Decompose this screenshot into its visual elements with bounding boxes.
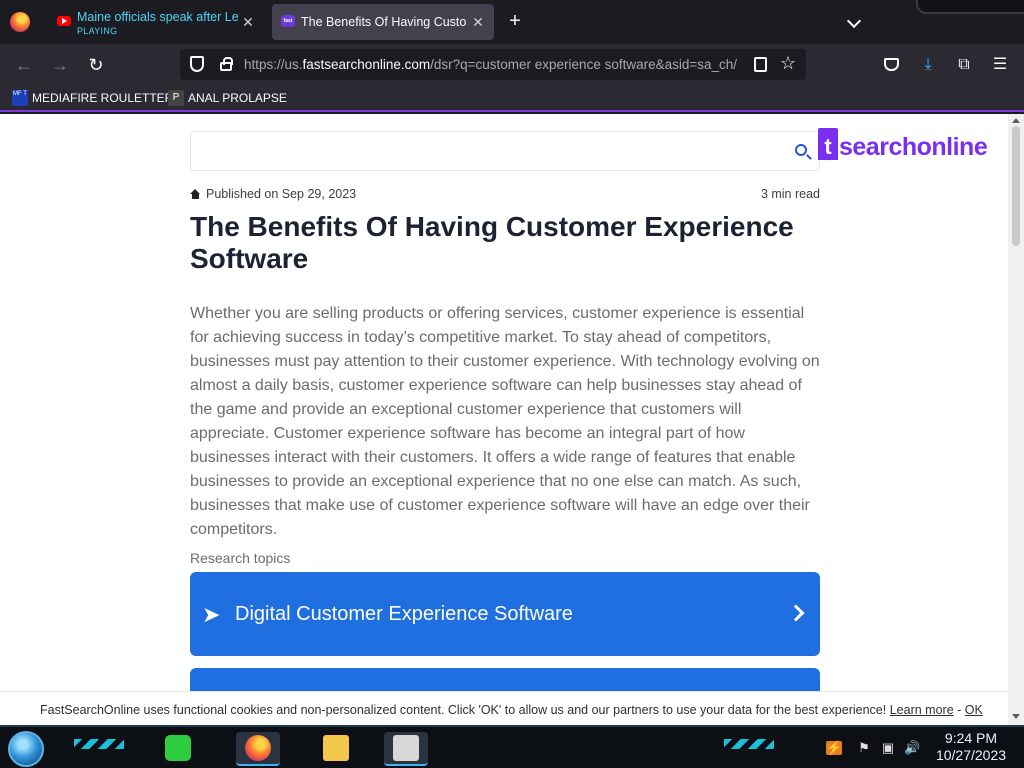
- tab-youtube[interactable]: Maine officials speak after Lewiston PLA…: [48, 4, 264, 40]
- tray-app-icon[interactable]: ⚡: [826, 741, 842, 755]
- lock-icon[interactable]: [220, 57, 233, 71]
- published-date: Published on Sep 29, 2023: [206, 187, 357, 201]
- taskbar-app-firefox[interactable]: [236, 732, 280, 766]
- menu-hamburger-icon[interactable]: ☰: [989, 54, 1011, 76]
- tab-title: Maine officials speak after Lewiston: [77, 10, 239, 24]
- cookie-consent-bar: FastSearchOnline uses functional cookies…: [0, 691, 1008, 725]
- fastsearch-icon: fast: [281, 15, 295, 27]
- research-topics-label: Research topics: [190, 550, 291, 566]
- tab-strip: Maine officials speak after Lewiston PLA…: [0, 0, 1024, 44]
- home-icon[interactable]: [190, 189, 201, 200]
- article-body: Whether you are selling products or offe…: [190, 305, 820, 538]
- scroll-up-arrow-icon[interactable]: [1012, 118, 1020, 123]
- research-topic-label: Digital Customer Experience Software: [235, 603, 573, 625]
- folder-icon: [323, 735, 349, 761]
- url-path: /dsr?q=customer experience software&asid…: [430, 57, 738, 72]
- bookmark-label: MEDIAFIRE ROULETTER: [32, 91, 174, 105]
- cookie-separator: -: [957, 703, 962, 717]
- clock-time: 9:24 PM: [944, 730, 998, 746]
- search-icon[interactable]: [795, 144, 807, 156]
- clock-date: 10/27/2023: [935, 747, 1007, 763]
- action-center-flag-icon[interactable]: ⚑: [856, 741, 872, 755]
- system-clock[interactable]: 9:24 PM 10/27/2023: [928, 730, 1014, 764]
- network-icon[interactable]: ▣: [880, 741, 896, 755]
- taskbar: ⚡ ⚑ ▣ 🔊 9:24 PM 10/27/2023: [0, 725, 1024, 768]
- send-arrow-icon: ➤: [202, 602, 221, 627]
- tab-active-article[interactable]: fast The Benefits Of Having Customer Exp…: [272, 4, 494, 40]
- cookie-ok-button[interactable]: OK: [965, 703, 983, 717]
- url-text[interactable]: https://us.fastsearchonline.com/dsr?q=cu…: [244, 57, 744, 72]
- bookmarks-toolbar: MF T MEDIAFIRE ROULETTER P ANAL PROLAPSE: [0, 85, 1024, 112]
- tab-playing-label: PLAYING: [77, 26, 118, 36]
- back-button[interactable]: ←: [12, 53, 36, 77]
- address-bar[interactable]: https://us.fastsearchonline.com/dsr?q=cu…: [180, 49, 806, 80]
- scroll-down-arrow-icon[interactable]: [1012, 714, 1020, 719]
- taskbar-decoration: [74, 739, 124, 749]
- printer-icon: [393, 735, 419, 761]
- volume-icon[interactable]: 🔊: [904, 741, 920, 755]
- cookie-message: FastSearchOnline uses functional cookies…: [40, 703, 887, 717]
- reload-button[interactable]: ↻: [84, 53, 108, 77]
- list-all-tabs-button[interactable]: [844, 12, 864, 32]
- read-time: 3 min read: [760, 187, 820, 201]
- article-headline: The Benefits Of Having Customer Experien…: [190, 211, 794, 274]
- taskbar-app-notes[interactable]: [156, 732, 200, 766]
- bookmark-favicon-icon: P: [168, 90, 184, 106]
- chevron-right-icon: [787, 604, 805, 622]
- close-icon[interactable]: ✕: [470, 14, 486, 30]
- close-icon[interactable]: ✕: [240, 14, 256, 30]
- notes-app-icon: [165, 735, 191, 761]
- tab-title: The Benefits Of Having Customer Experien…: [301, 15, 467, 29]
- new-tab-button[interactable]: +: [505, 11, 525, 32]
- url-host: fastsearchonline.com: [302, 57, 431, 72]
- mediafire-icon: MF T: [12, 90, 28, 106]
- forward-button[interactable]: →: [48, 53, 72, 77]
- downloads-icon[interactable]: ⤓: [917, 54, 939, 76]
- article-meta: Published on Sep 29, 2023 3 min read: [190, 187, 820, 203]
- site-logo-mark[interactable]: t: [818, 128, 838, 160]
- bookmark-label: ANAL PROLAPSE: [188, 91, 287, 105]
- youtube-icon: [57, 16, 71, 26]
- reader-view-icon[interactable]: [754, 57, 767, 72]
- site-logo-text[interactable]: searchonline: [839, 133, 988, 162]
- learn-more-link[interactable]: Learn more: [890, 703, 954, 717]
- page-scrollbar[interactable]: [1008, 114, 1024, 725]
- tracking-protection-shield-icon[interactable]: [190, 56, 204, 72]
- url-prefix: https://us.: [244, 57, 303, 72]
- start-button[interactable]: [8, 731, 44, 767]
- bookmark-star-icon[interactable]: ☆: [780, 53, 796, 74]
- navigation-toolbar: ← → ↻ https://us.fastsearchonline.com/ds…: [0, 44, 1024, 85]
- page-viewport: t searchonline Published on Sep 29, 2023…: [0, 114, 1008, 725]
- pocket-icon[interactable]: [884, 58, 899, 71]
- taskbar-app-file-explorer[interactable]: [314, 732, 358, 766]
- firefox-icon: [245, 735, 271, 761]
- window-frame-decoration: [916, 0, 1024, 14]
- taskbar-app-printer[interactable]: [384, 732, 428, 766]
- taskbar-decoration: [724, 739, 774, 749]
- site-search-input[interactable]: [190, 131, 820, 171]
- cookie-message-line: FastSearchOnline uses functional cookies…: [40, 703, 983, 717]
- extensions-icon[interactable]: ⧉: [953, 54, 975, 76]
- research-topic-card[interactable]: ➤ Digital Customer Experience Software: [190, 572, 820, 656]
- firefox-icon[interactable]: [10, 12, 30, 32]
- scrollbar-thumb[interactable]: [1012, 126, 1020, 246]
